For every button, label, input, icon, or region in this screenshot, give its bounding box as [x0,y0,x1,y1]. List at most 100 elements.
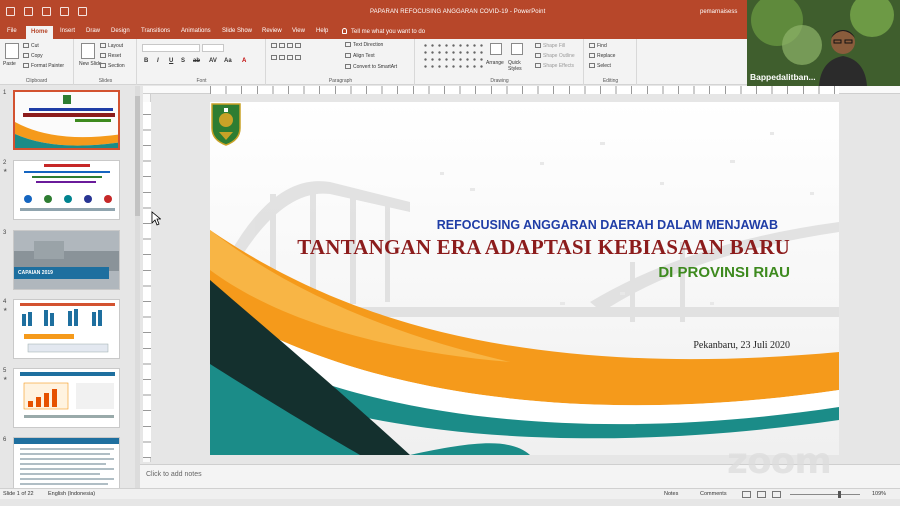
tab-help[interactable]: Help [316,28,328,34]
thumbnail-slide-6[interactable] [13,437,120,489]
select-button[interactable]: Select [589,63,611,69]
tab-file[interactable]: File [7,28,17,34]
quick-styles-button[interactable]: Quick Styles [508,60,530,72]
slides-group: New Slide Layout Reset Section Slides [75,39,137,85]
align-buttons[interactable] [271,55,303,61]
text-direction-button[interactable]: Text Direction [345,42,383,48]
quick-styles-icon[interactable] [511,43,523,55]
tab-design[interactable]: Design [111,28,130,34]
new-slide-icon[interactable] [81,43,95,59]
align-center-icon [279,55,285,60]
thumb-number: 1 [3,90,7,96]
thumb-3-caption: CAPAIAN 2019 [18,270,53,276]
section-button[interactable]: Section [100,63,125,69]
comments-button[interactable]: Comments [700,491,727,497]
thumb-number: 5 [3,368,7,374]
animation-star-icon: ★ [3,307,8,313]
replace-button[interactable]: Replace [589,53,615,59]
bold-button[interactable]: B [144,58,148,64]
section-icon [100,63,106,68]
tab-insert[interactable]: Insert [60,28,75,34]
thumb-5-art [14,369,119,427]
pen-icon [535,53,541,58]
bullets-button[interactable] [271,43,303,49]
signed-in-user[interactable]: pemarnaisess [700,9,737,15]
shape-outline-button[interactable]: Shape Outline [535,53,575,59]
reading-view-icon[interactable] [772,491,781,498]
align-text-button[interactable]: Align Text [345,53,375,59]
cut-button[interactable]: Cut [23,43,39,49]
tab-view[interactable]: View [292,28,305,34]
smartart-button[interactable]: Convert to SmartArt [345,64,397,70]
char-spacing-button[interactable]: AV [209,58,217,64]
thumbnail-slide-1[interactable] [13,90,120,150]
arrange-icon[interactable] [490,43,502,55]
save-icon[interactable] [6,7,15,16]
redo-icon[interactable] [42,7,51,16]
thumb-1-art [15,92,118,148]
slide-title[interactable]: TANTANGAN ERA ADAPTASI KEBIASAAN BARU [210,235,790,260]
document-title: PAPARAN REFOCUSING ANGGARAN COVID-19 - P… [370,9,546,15]
shape-effects-button[interactable]: Shape Effects [535,63,574,69]
language-indicator[interactable]: English (Indonesia) [48,491,95,497]
thumbnail-slide-5[interactable] [13,368,120,428]
slide-canvas[interactable]: REFOCUSING ANGGARAN DAERAH DALAM MENJAWA… [210,102,839,455]
zoom-slider-thumb[interactable] [838,491,841,498]
new-slide-button[interactable]: New Slide [79,61,102,67]
underline-button[interactable]: U [169,58,173,64]
slide-sorter-icon[interactable] [757,491,766,498]
zoom-level[interactable]: 109% [872,491,886,497]
copy-button[interactable]: Copy [23,53,43,59]
thumbnail-slide-2[interactable] [13,160,120,220]
tab-transitions[interactable]: Transitions [141,28,170,34]
clipboard-label: Clipboard [25,78,48,84]
change-case-button[interactable]: Aa [224,58,232,64]
shape-fill-button[interactable]: Shape Fill [535,43,565,49]
notes-placeholder[interactable]: Click to add notes [146,471,202,478]
strikethrough-button[interactable]: ab [193,58,200,64]
slide-region[interactable]: DI PROVINSI RIAU [210,264,790,281]
paste-icon[interactable] [5,43,19,59]
copy-icon [23,53,29,58]
customize-qat-icon[interactable] [78,7,87,16]
start-slideshow-icon[interactable] [60,7,69,16]
undo-icon[interactable] [24,7,33,16]
tab-slide-show[interactable]: Slide Show [222,28,252,34]
reset-button[interactable]: Reset [100,53,121,59]
find-button[interactable]: Find [589,43,607,49]
replace-icon [589,53,595,58]
tab-animations[interactable]: Animations [181,28,211,34]
reset-label: Reset [108,53,122,59]
thumbnail-slide-3[interactable]: CAPAIAN 2019 [13,230,120,290]
scrollbar-thumb[interactable] [135,96,140,216]
slide-place-date[interactable]: Pekanbaru, 23 Juli 2020 [210,340,790,351]
format-painter-button[interactable]: Format Painter [23,63,64,69]
font-color-button[interactable]: A [242,58,246,64]
font-size-select[interactable] [202,44,224,52]
shapes-gallery[interactable] [422,42,484,72]
notes-button[interactable]: Notes [664,491,678,497]
font-group: B I U S ab AV Aa A Font [138,39,266,85]
slide-counter: Slide 1 of 22 [3,491,34,497]
italic-button[interactable]: I [157,58,159,64]
thumb-number: 3 [3,230,7,236]
zoom-slider[interactable] [790,494,860,495]
tab-home[interactable]: Home [26,26,53,39]
paste-button[interactable]: Paste [3,61,16,67]
tell-me-box[interactable]: Tell me what you want to do [342,28,425,35]
thumbnail-slide-4[interactable] [13,299,120,359]
slide-subtitle[interactable]: REFOCUSING ANGGARAN DAERAH DALAM MENJAWA… [210,218,778,232]
thumbnails-scrollbar[interactable] [135,86,140,489]
font-family-select[interactable] [142,44,200,52]
shape-effects-label: Shape Effects [543,63,575,69]
zoom-watermark: zoom [727,441,832,482]
tab-draw[interactable]: Draw [86,28,100,34]
arrange-button[interactable]: Arrange [486,60,504,66]
normal-view-icon[interactable] [742,491,751,498]
paragraph-label: Paragraph [328,78,353,84]
shadow-button[interactable]: S [181,58,185,64]
tab-review[interactable]: Review [262,28,282,34]
align-left-icon [271,55,277,60]
thumb-2-art [14,161,119,219]
layout-button[interactable]: Layout [100,43,123,49]
